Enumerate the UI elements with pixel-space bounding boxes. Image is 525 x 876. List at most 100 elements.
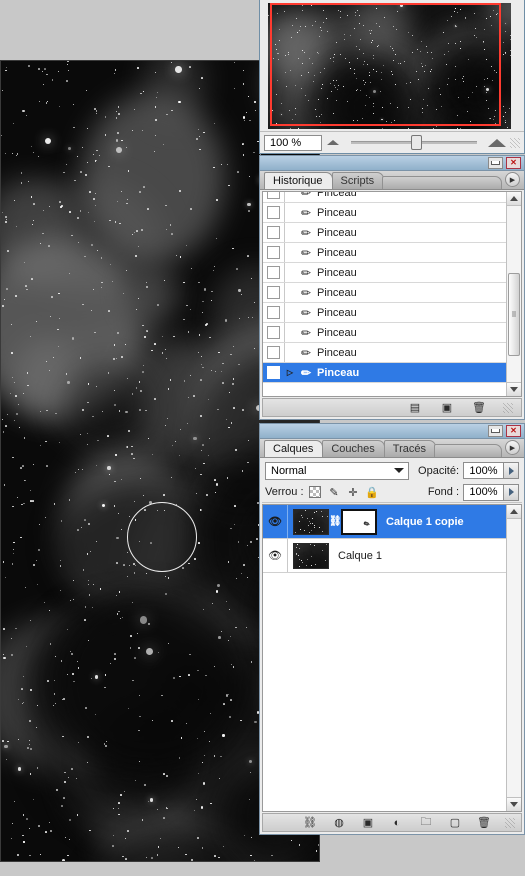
eye-icon[interactable]: 👁 — [263, 539, 288, 572]
new-group-button[interactable]: 🗀 — [418, 815, 434, 830]
panel-menu-icon[interactable]: ▶ — [505, 440, 520, 455]
zoom-out-icon[interactable] — [327, 140, 339, 145]
layer-thumbnail[interactable] — [293, 508, 329, 535]
history-source-slot[interactable] — [263, 263, 285, 282]
history-scroll-track[interactable] — [507, 206, 521, 382]
history-rows: ✏ Pinceau ✏ Pinceau ✏ Pinceau ✏ Pinceau ✏ Pinceau… — [263, 191, 506, 396]
link-layers-button[interactable]: ⛓ — [302, 815, 318, 830]
brush-icon: ✏ — [300, 365, 312, 380]
tabstrip-filler — [434, 444, 502, 457]
history-state-row[interactable]: ✏ Pinceau — [263, 283, 506, 303]
new-document-from-state-button[interactable]: ▤ — [407, 400, 423, 415]
blend-mode-row: Normal Opacité: 100% — [262, 460, 522, 481]
history-scrollbar[interactable] — [506, 192, 521, 396]
layer-mask-thumbnail[interactable]: ✎ — [341, 508, 377, 535]
layers-panel: ✕ Calques Couches Tracés ▶ Normal Opacit… — [259, 423, 525, 835]
fill-stepper[interactable] — [504, 483, 519, 501]
zoom-in-icon[interactable] — [488, 138, 506, 147]
layer-thumbnail[interactable] — [293, 542, 329, 569]
layer-style-button[interactable]: ◍ — [331, 815, 347, 830]
tab-calques[interactable]: Calques — [264, 440, 324, 457]
history-state-label: Pinceau — [317, 226, 357, 239]
history-source-slot[interactable] — [263, 283, 285, 302]
close-button[interactable]: ✕ — [506, 425, 521, 437]
close-button[interactable]: ✕ — [506, 157, 521, 169]
history-state-row[interactable]: ▷ ✏ Pinceau — [263, 363, 506, 383]
resize-grip[interactable] — [510, 137, 520, 148]
history-state-row[interactable]: ✏ Pinceau — [263, 243, 506, 263]
panel-menu-icon[interactable]: ▶ — [505, 172, 520, 187]
blend-mode-select[interactable]: Normal — [265, 461, 409, 480]
delete-layer-button[interactable]: 🗑 — [476, 815, 492, 830]
scroll-down-arrow[interactable] — [507, 797, 521, 811]
opacity-input[interactable]: 100% — [463, 462, 504, 479]
lock-image-pixels-icon[interactable]: ✎ — [327, 485, 342, 499]
layers-list[interactable]: 👁 ⛓ ✎ Calque 1 copie 👁 Calque 1 — [262, 504, 522, 812]
history-source-slot[interactable] — [263, 223, 285, 242]
scroll-up-arrow[interactable] — [507, 192, 521, 206]
tab-traces[interactable]: Tracés — [383, 440, 436, 457]
layers-title-bar[interactable]: ✕ — [260, 424, 524, 439]
eye-icon[interactable]: 👁 — [263, 505, 288, 538]
zoom-slider-knob[interactable] — [411, 135, 423, 150]
lock-all-icon[interactable]: 🔒 — [365, 485, 380, 499]
fill-input[interactable]: 100% — [463, 483, 504, 501]
history-state-row[interactable]: ✏ Pinceau — [263, 203, 506, 223]
history-source-slot[interactable] — [263, 343, 285, 362]
delete-state-button[interactable]: 🗑 — [471, 400, 487, 415]
fill-label: Fond : — [427, 486, 459, 498]
minimize-button[interactable] — [488, 425, 503, 437]
scroll-down-arrow[interactable] — [507, 382, 521, 396]
brush-icon: ✏ — [300, 245, 312, 260]
layer-row[interactable]: 👁 ⛓ ✎ Calque 1 copie — [263, 505, 506, 539]
history-state-row[interactable]: ✏ Pinceau — [263, 323, 506, 343]
history-state-label: Pinceau — [317, 366, 360, 379]
layers-scroll-track[interactable] — [507, 519, 521, 797]
tab-scripts[interactable]: Scripts — [331, 172, 385, 189]
scroll-up-arrow[interactable] — [507, 505, 521, 519]
history-scroll-thumb[interactable] — [508, 272, 520, 356]
layers-scrollbar[interactable] — [506, 505, 521, 811]
blend-mode-value: Normal — [271, 464, 307, 477]
history-state-row[interactable]: ✏ Pinceau — [263, 191, 506, 203]
history-source-slot[interactable] — [263, 192, 285, 202]
layer-row[interactable]: 👁 Calque 1 — [263, 539, 506, 573]
new-adjustment-layer-button[interactable]: ◐ — [389, 815, 405, 830]
history-state-row[interactable]: ✏ Pinceau — [263, 223, 506, 243]
tab-couches[interactable]: Couches — [322, 440, 385, 457]
history-state-label: Pinceau — [317, 191, 357, 199]
new-layer-button[interactable]: ▢ — [447, 815, 463, 830]
minimize-button[interactable] — [488, 157, 503, 169]
history-state-label: Pinceau — [317, 266, 357, 279]
history-state-label: Pinceau — [317, 206, 357, 219]
lock-transparency-icon[interactable] — [308, 485, 323, 499]
zoom-slider[interactable] — [351, 135, 477, 151]
navigator-thumbnail[interactable] — [268, 3, 511, 129]
layer-rows: 👁 ⛓ ✎ Calque 1 copie 👁 Calque 1 — [263, 505, 506, 811]
opacity-stepper[interactable] — [504, 462, 519, 479]
new-snapshot-button[interactable]: ▣ — [439, 400, 455, 415]
zoom-input[interactable]: 100 % — [264, 134, 322, 151]
history-title-bar[interactable]: ✕ — [260, 156, 524, 171]
add-layer-mask-button[interactable]: ▣ — [360, 815, 376, 830]
navigator-viewbox[interactable] — [270, 3, 501, 126]
history-source-slot[interactable] — [263, 323, 285, 342]
opacity-label: Opacité: — [418, 464, 459, 477]
history-state-row[interactable]: ✏ Pinceau — [263, 343, 506, 363]
history-list[interactable]: ✏ Pinceau ✏ Pinceau ✏ Pinceau ✏ Pinceau ✏ Pinceau… — [262, 191, 522, 397]
resize-grip[interactable] — [505, 817, 515, 828]
history-state-marker-icon: ▷ — [286, 368, 294, 377]
history-tabstrip: Historique Scripts ▶ — [260, 171, 524, 190]
history-source-slot[interactable] — [263, 363, 285, 382]
chevron-down-icon — [394, 468, 404, 473]
history-state-row[interactable]: ✏ Pinceau — [263, 303, 506, 323]
history-source-slot[interactable] — [263, 203, 285, 222]
history-source-slot[interactable] — [263, 303, 285, 322]
history-source-slot[interactable] — [263, 243, 285, 262]
resize-grip[interactable] — [503, 402, 513, 413]
link-icon[interactable]: ⛓ — [329, 516, 342, 527]
history-state-row[interactable]: ✏ Pinceau — [263, 263, 506, 283]
lock-position-icon[interactable]: ✛ — [346, 485, 361, 499]
brush-icon: ✏ — [300, 285, 312, 300]
tab-historique[interactable]: Historique — [264, 172, 333, 189]
